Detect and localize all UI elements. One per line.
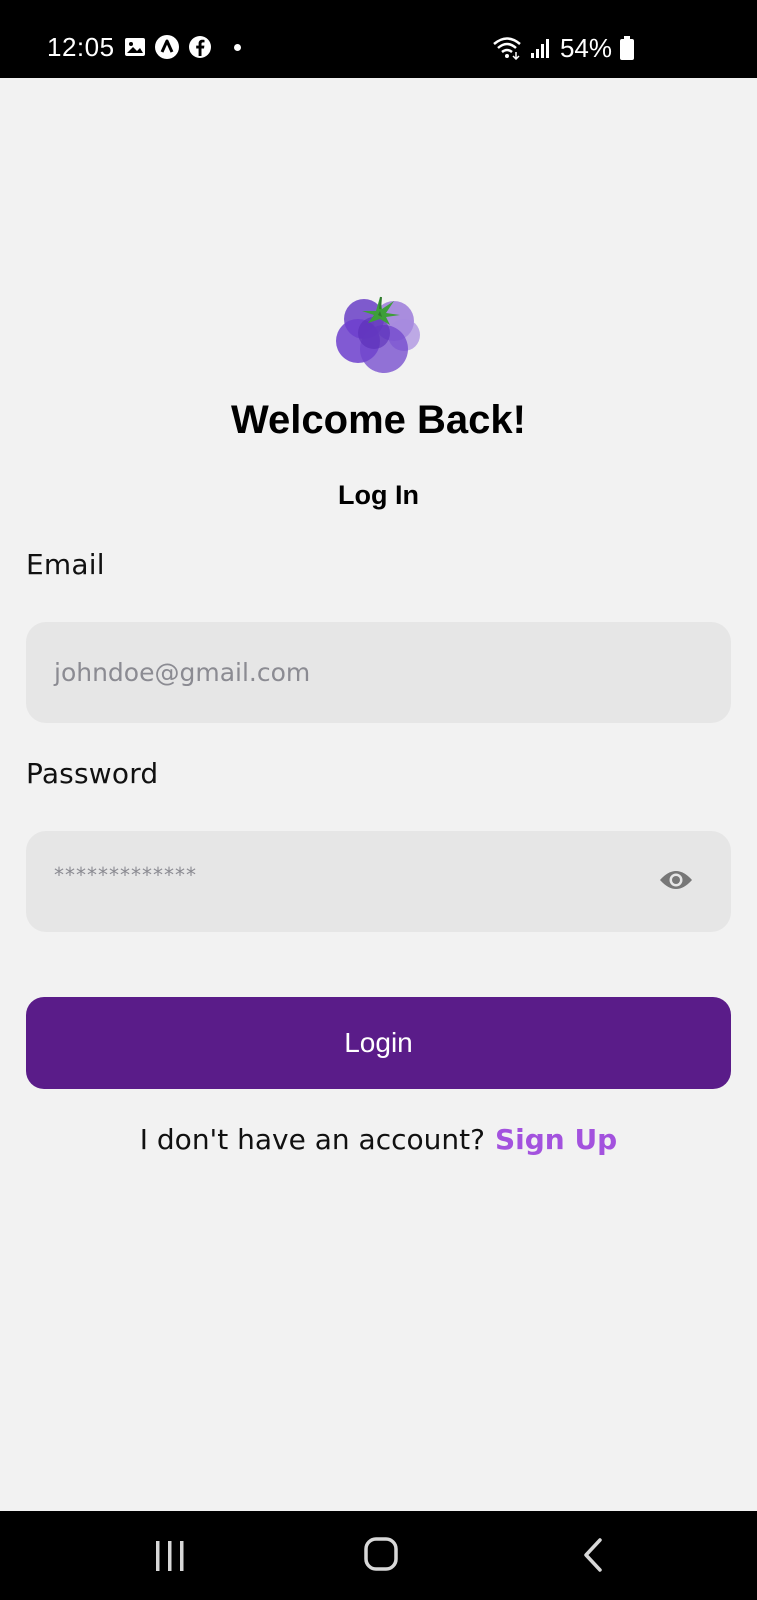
status-bar: 12:05 54%	[0, 0, 757, 78]
home-icon[interactable]	[364, 1537, 398, 1571]
facebook-icon	[189, 36, 211, 58]
signal-icon	[530, 39, 549, 58]
password-label: Password	[26, 757, 159, 790]
page-title: Welcome Back!	[231, 398, 526, 442]
email-label: Email	[26, 548, 105, 581]
email-field[interactable]: johndoe@gmail.com	[26, 622, 731, 723]
login-screen: 12:05 54% Welcome Back! Log In Email joh…	[0, 0, 757, 1600]
navigation-bar	[0, 1511, 757, 1600]
wifi-icon	[493, 37, 521, 60]
login-button[interactable]: Login	[26, 997, 731, 1089]
battery-icon	[620, 36, 634, 60]
signup-prompt: I don't have an account?	[139, 1123, 485, 1156]
password-field[interactable]: *************	[26, 831, 731, 932]
notification-icons	[124, 34, 241, 60]
page-subtitle: Log In	[338, 480, 419, 510]
berry-logo-icon	[336, 296, 420, 373]
status-time: 12:05	[47, 32, 115, 62]
system-icons: 54%	[492, 33, 634, 63]
eye-icon[interactable]	[659, 867, 693, 893]
signup-row: I don't have an account? Sign Up	[0, 1120, 757, 1160]
gallery-icon	[125, 38, 145, 56]
more-notifications-dot	[234, 43, 241, 51]
back-icon[interactable]	[582, 1538, 604, 1572]
password-placeholder: *************	[54, 863, 197, 887]
app-notification-icon	[155, 35, 179, 59]
email-placeholder: johndoe@gmail.com	[54, 658, 311, 687]
battery-percent: 54%	[559, 33, 612, 63]
recents-icon[interactable]	[154, 1541, 186, 1571]
sign-up-link[interactable]: Sign Up	[495, 1123, 617, 1156]
